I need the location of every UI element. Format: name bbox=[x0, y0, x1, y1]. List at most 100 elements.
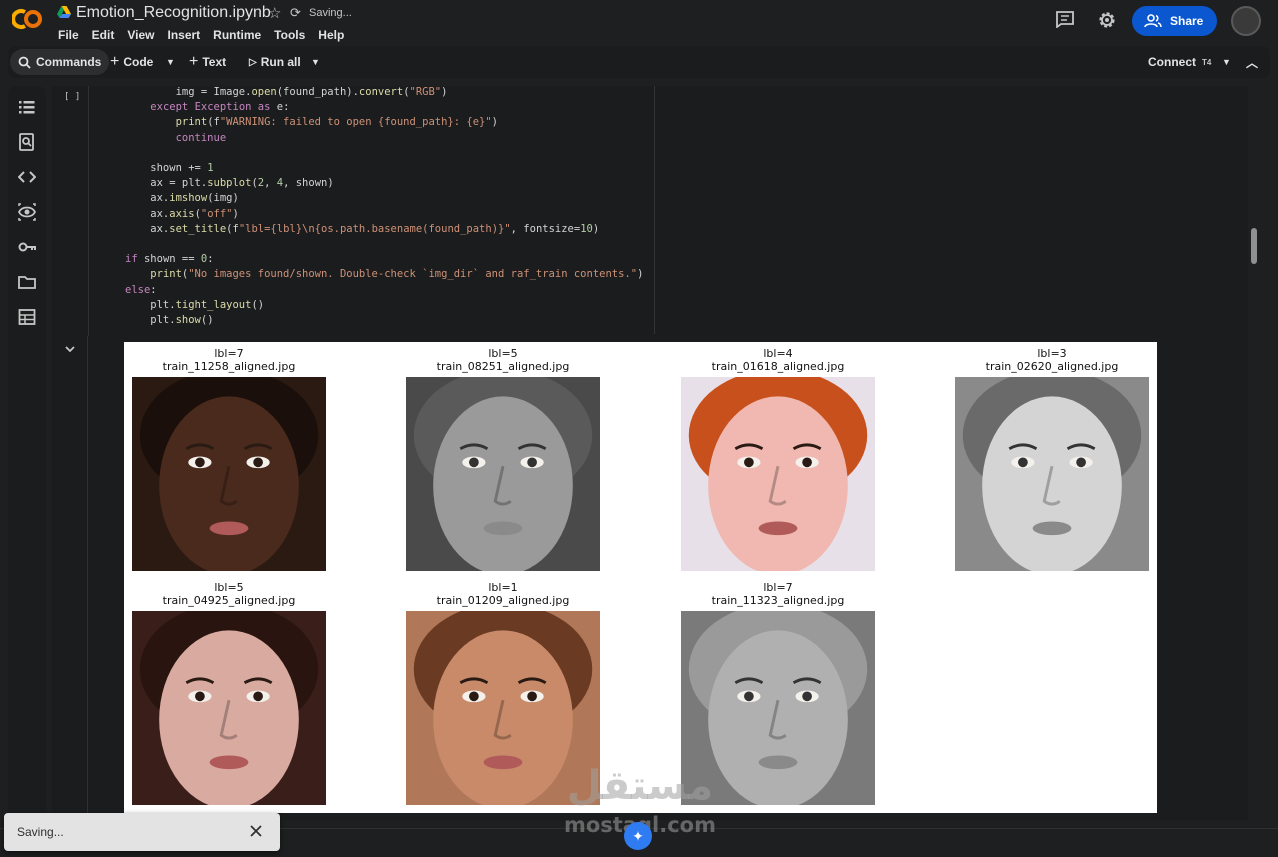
notebook-title[interactable]: Emotion_Recognition.ipynb bbox=[76, 4, 271, 22]
commands-button[interactable]: Commands bbox=[10, 49, 110, 75]
gemini-button[interactable]: ✦ bbox=[624, 822, 652, 850]
app-header: Emotion_Recognition.ipynb ☆ ⟳ Saving... … bbox=[0, 0, 1278, 46]
subplot-label: lbl=7 bbox=[763, 581, 793, 594]
menu-help[interactable]: Help bbox=[318, 28, 344, 42]
subplot-filename: train_01209_aligned.jpg bbox=[436, 594, 570, 607]
data-table-icon[interactable] bbox=[18, 308, 36, 326]
subplot-filename: train_08251_aligned.jpg bbox=[436, 360, 570, 373]
variable-inspector-icon[interactable] bbox=[18, 203, 36, 221]
scrollbar-thumb[interactable] bbox=[1251, 228, 1257, 264]
subplot: lbl=3 train_02620_aligned.jpg bbox=[955, 347, 1149, 576]
connect-button[interactable]: Connect T4 bbox=[1148, 49, 1211, 75]
code-line: continue bbox=[175, 131, 227, 144]
subplot-filename: train_02620_aligned.jpg bbox=[985, 360, 1119, 373]
comment-icon[interactable] bbox=[1056, 11, 1074, 28]
face-image bbox=[132, 369, 326, 575]
matplotlib-figure: lbl=7 train_11258_aligned.jpg lbl=5 train_0… bbox=[124, 342, 1157, 813]
menu-runtime[interactable]: Runtime bbox=[213, 28, 261, 42]
code-line: plt.tight_layout() bbox=[125, 298, 265, 311]
colab-logo[interactable] bbox=[12, 8, 46, 30]
run-all-dropdown-button[interactable]: ▼ bbox=[311, 49, 320, 75]
code-line: ax.set_title(f"lbl={lbl}\n{os.path.basen… bbox=[125, 222, 600, 235]
face-image bbox=[406, 369, 600, 575]
face-image bbox=[132, 603, 326, 809]
chevron-down-icon[interactable] bbox=[64, 344, 76, 354]
watermark-arabic: مستقل bbox=[566, 763, 714, 809]
add-code-label: Code bbox=[123, 55, 154, 69]
code-line: ax.axis("off") bbox=[125, 207, 239, 220]
code-line: else: bbox=[125, 283, 157, 296]
table-of-contents-icon[interactable] bbox=[18, 98, 36, 116]
left-sidebar bbox=[8, 86, 46, 820]
code-line: ax = plt.subplot(2, 4, shown) bbox=[125, 177, 334, 190]
code-line: ax.imshow(img) bbox=[125, 192, 239, 205]
run-all-button[interactable]: ▷ Run all bbox=[249, 49, 301, 75]
subplot-filename: train_11323_aligned.jpg bbox=[711, 594, 845, 607]
subplot-filename: train_04925_aligned.jpg bbox=[162, 594, 296, 607]
subplot: lbl=4 train_01618_aligned.jpg bbox=[681, 347, 875, 576]
output-divider bbox=[87, 336, 88, 820]
add-code-button[interactable]: + Code bbox=[110, 49, 153, 75]
subplot-filename: train_01618_aligned.jpg bbox=[711, 360, 845, 373]
play-icon: ▷ bbox=[249, 56, 257, 68]
menu-bar: File Edit View Insert Runtime Tools Help bbox=[58, 28, 344, 42]
find-icon[interactable] bbox=[18, 133, 36, 151]
add-text-button[interactable]: + Text bbox=[189, 49, 226, 75]
files-folder-icon[interactable] bbox=[18, 273, 36, 291]
notebook-toolbar: Commands + Code ▼ + Text ▷ Run all ▼ Con… bbox=[8, 46, 1270, 78]
subplot-label: lbl=7 bbox=[214, 347, 244, 360]
subplot: lbl=5 train_08251_aligned.jpg bbox=[406, 347, 600, 576]
run-all-label: Run all bbox=[260, 55, 301, 69]
code-line: img = Image.open(found_path).convert("RG… bbox=[125, 86, 448, 98]
connect-dropdown-button[interactable]: ▼ bbox=[1222, 49, 1231, 75]
code-editor[interactable]: img = Image.open(found_path).convert("RG… bbox=[88, 86, 1248, 336]
share-button[interactable]: Share bbox=[1132, 6, 1217, 36]
subplot-label: lbl=1 bbox=[488, 581, 518, 594]
collapse-toolbar-button[interactable]: ︿ bbox=[1246, 49, 1258, 75]
plus-icon: + bbox=[189, 53, 199, 70]
subplot: lbl=5 train_04925_aligned.jpg bbox=[132, 581, 326, 810]
chevron-up-icon: ︿ bbox=[1246, 55, 1259, 70]
code-text: img = Image.open(found_path).convert("RG… bbox=[125, 86, 643, 328]
avatar[interactable] bbox=[1231, 6, 1261, 36]
search-icon bbox=[18, 56, 31, 69]
run-cell-button[interactable]: [ ] bbox=[64, 92, 80, 102]
sync-icon: ⟳ bbox=[290, 5, 301, 20]
gear-icon[interactable] bbox=[1097, 10, 1117, 30]
face-image bbox=[955, 369, 1149, 575]
sparkle-icon: ✦ bbox=[632, 827, 644, 844]
code-dropdown-button[interactable]: ▼ bbox=[166, 49, 175, 75]
saving-status: Saving... bbox=[309, 7, 352, 19]
code-line: except Exception as e: bbox=[150, 101, 290, 114]
cell-output: lbl=7 train_11258_aligned.jpg lbl=5 train_0… bbox=[52, 336, 1248, 820]
menu-file[interactable]: File bbox=[58, 28, 79, 42]
menu-tools[interactable]: Tools bbox=[274, 28, 305, 42]
code-cell[interactable]: [ ] img = Image.open(found_path).convert… bbox=[52, 86, 1248, 336]
close-icon[interactable] bbox=[248, 823, 264, 839]
people-icon bbox=[1144, 14, 1162, 28]
code-line: if shown == 0: bbox=[125, 253, 214, 266]
share-label: Share bbox=[1170, 14, 1204, 28]
code-line: print(f"WARNING: failed to open {found_p… bbox=[175, 116, 498, 129]
star-icon[interactable]: ☆ bbox=[268, 4, 281, 22]
plus-icon: + bbox=[110, 53, 120, 70]
menu-insert[interactable]: Insert bbox=[167, 28, 200, 42]
subplot: lbl=7 train_11258_aligned.jpg bbox=[132, 347, 326, 576]
caret-down-icon: ▼ bbox=[1222, 57, 1231, 67]
google-drive-icon[interactable] bbox=[57, 6, 71, 18]
editor-ruler bbox=[654, 86, 655, 334]
menu-edit[interactable]: Edit bbox=[92, 28, 115, 42]
subplot-label: lbl=3 bbox=[1037, 347, 1067, 360]
runtime-type-badge: T4 bbox=[1202, 57, 1212, 67]
add-text-label: Text bbox=[202, 55, 227, 69]
toast-message: Saving... bbox=[17, 825, 64, 839]
notebook-scrollbar[interactable] bbox=[1248, 86, 1260, 820]
caret-down-icon: ▼ bbox=[311, 57, 320, 67]
code-snippets-icon[interactable] bbox=[18, 168, 36, 186]
connect-label: Connect bbox=[1148, 55, 1196, 69]
saving-toast: Saving... bbox=[4, 813, 280, 851]
secrets-key-icon[interactable] bbox=[18, 238, 36, 256]
menu-view[interactable]: View bbox=[127, 28, 154, 42]
